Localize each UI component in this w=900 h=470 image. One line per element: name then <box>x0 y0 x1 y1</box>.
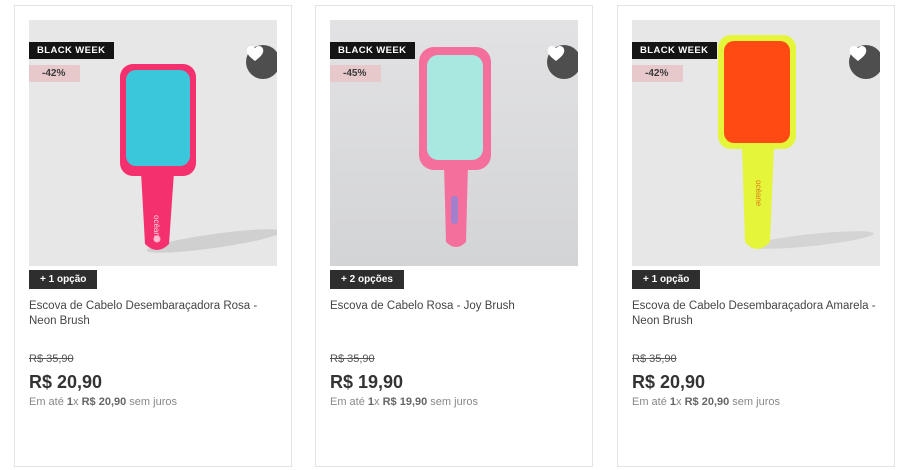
product-card[interactable]: océane BLACK WEEK -42% + 1 opção Escova … <box>14 5 292 467</box>
discount-badge: -45% <box>330 65 381 82</box>
product-image[interactable]: océane BLACK WEEK -42% <box>632 20 880 266</box>
options-badge[interactable]: + 1 opção <box>632 270 701 289</box>
product-image[interactable]: BLACK WEEK -45% <box>330 20 578 266</box>
price: R$ 20,90 <box>632 372 706 392</box>
installments-text: Em até 1x R$ 20,90 sem juros <box>632 396 780 408</box>
heart-icon <box>246 46 264 61</box>
product-image[interactable]: océane BLACK WEEK -42% <box>29 20 277 266</box>
heart-icon <box>849 46 867 61</box>
favorite-button[interactable] <box>849 45 880 79</box>
svg-text:océane: océane <box>754 180 763 207</box>
old-price: R$ 35,90 <box>29 353 74 365</box>
discount-badge: -42% <box>632 65 683 82</box>
old-price: R$ 35,90 <box>330 353 375 365</box>
price: R$ 19,90 <box>330 372 404 392</box>
black-week-badge: BLACK WEEK <box>29 42 115 59</box>
product-grid: océane BLACK WEEK -42% + 1 opção Escova … <box>0 0 900 470</box>
product-name[interactable]: Escova de Cabelo Desembaraçadora Amarela… <box>632 299 882 328</box>
product-card[interactable]: BLACK WEEK -45% + 2 opções Escova de Cab… <box>315 5 593 467</box>
product-card[interactable]: océane BLACK WEEK -42% + 1 opção Escova … <box>617 5 895 467</box>
favorite-button[interactable] <box>246 45 277 79</box>
product-name[interactable]: Escova de Cabelo Rosa - Joy Brush <box>330 299 580 314</box>
installments-text: Em até 1x R$ 20,90 sem juros <box>29 396 177 408</box>
discount-badge: -42% <box>29 65 80 82</box>
svg-text:océane: océane <box>152 215 161 242</box>
price: R$ 20,90 <box>29 372 103 392</box>
old-price: R$ 35,90 <box>632 353 677 365</box>
black-week-badge: BLACK WEEK <box>632 42 718 59</box>
options-badge[interactable]: + 1 opção <box>29 270 98 289</box>
product-name[interactable]: Escova de Cabelo Desembaraçadora Rosa - … <box>29 299 279 328</box>
black-week-badge: BLACK WEEK <box>330 42 416 59</box>
installments-text: Em até 1x R$ 19,90 sem juros <box>330 396 478 408</box>
options-badge[interactable]: + 2 opções <box>330 270 404 289</box>
favorite-button[interactable] <box>547 45 578 79</box>
heart-icon <box>547 46 565 61</box>
